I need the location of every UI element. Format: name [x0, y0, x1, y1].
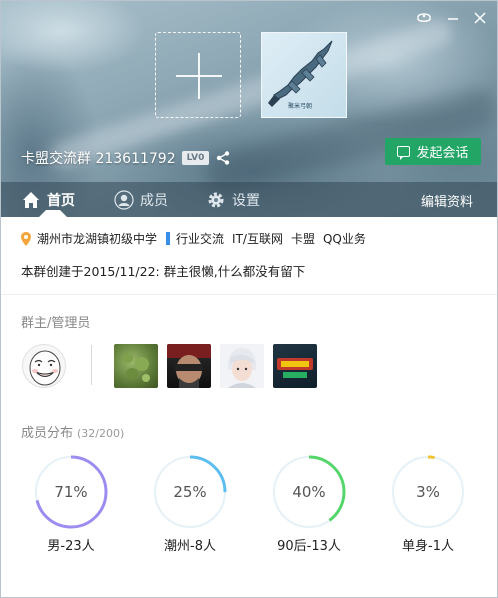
tab-settings[interactable]: 设置: [206, 182, 260, 217]
section-divider: [1, 294, 497, 295]
location-pin-icon: [21, 231, 31, 246]
add-photo-button[interactable]: [155, 32, 241, 118]
group-name: 卡盟交流群 213611792: [21, 151, 176, 167]
group-avatar[interactable]: 聚米弓朝: [261, 32, 347, 118]
tab-home[interactable]: 首页: [21, 182, 75, 217]
member-count: (32/200): [77, 427, 125, 440]
share-icon[interactable]: [215, 150, 231, 166]
distribution-section-title: 成员分布 (32/200): [21, 422, 124, 441]
keyword-tag[interactable]: IT/互联网: [232, 230, 283, 247]
distribution-label: 单身-1人: [402, 539, 454, 554]
keyword-tag[interactable]: 卡盟: [291, 230, 315, 247]
distribution-label: 潮州-8人: [164, 539, 216, 554]
distribution-percent: 25%: [173, 483, 207, 501]
edit-profile-link[interactable]: 编辑资料: [421, 191, 473, 210]
home-icon: [23, 191, 39, 208]
level-badge: LV0: [181, 151, 210, 165]
keyword-tag[interactable]: QQ业务: [323, 230, 366, 247]
tab-members-label: 成员: [140, 192, 168, 209]
category-marker: [166, 232, 171, 245]
distribution-ring: 71%: [33, 454, 109, 530]
distribution-label: 男-23人: [47, 539, 95, 554]
distribution-percent: 71%: [54, 483, 88, 501]
location-tag[interactable]: 潮州市龙湖镇初级中学: [37, 230, 157, 247]
distribution-title: 成员分布: [21, 426, 74, 441]
admins-divider: [91, 345, 92, 385]
admin-avatar[interactable]: [220, 344, 264, 388]
admins-section-title: 群主/管理员: [21, 316, 91, 331]
close-icon[interactable]: [471, 9, 489, 27]
admin-avatar[interactable]: [114, 344, 158, 388]
tab-members[interactable]: 成员: [114, 182, 168, 217]
distribution-ring: 40%: [271, 454, 347, 530]
group-description: 本群创建于2015/11/22: 群主很懒,什么都没有留下: [21, 264, 306, 279]
gear-icon: [208, 192, 224, 207]
chat-bubble-icon: [397, 146, 411, 160]
distribution-label: 90后-13人: [277, 539, 341, 554]
distribution-ring: 25%: [152, 454, 228, 530]
distribution-percent: 40%: [292, 483, 326, 501]
tab-bar: 首页 成员 设置 编辑资料: [1, 182, 497, 217]
admin-avatar[interactable]: [273, 344, 317, 388]
tab-home-label: 首页: [47, 192, 75, 209]
skin-icon[interactable]: [415, 9, 433, 27]
start-chat-label: 发起会话: [416, 146, 469, 161]
person-icon: [114, 189, 134, 210]
owner-avatar[interactable]: [22, 344, 66, 388]
header-banner: 聚米弓朝 发起会话 卡盟交流群 213611792 LV0 首页 成员 设置 编…: [1, 1, 497, 217]
distribution-percent: 3%: [416, 483, 440, 501]
tab-settings-label: 设置: [232, 192, 260, 209]
start-chat-button[interactable]: 发起会话: [385, 138, 481, 165]
admin-avatar[interactable]: [167, 344, 211, 388]
group-title-row: 卡盟交流群 213611792 LV0: [21, 148, 231, 168]
group-avatar-caption: 聚米弓朝: [288, 103, 313, 110]
group-tags-row: 潮州市龙湖镇初级中学 行业交流 IT/互联网 卡盟 QQ业务: [21, 230, 477, 247]
minimize-icon[interactable]: [444, 9, 462, 27]
distribution-ring: 3%: [390, 454, 466, 530]
group-profile-window: 聚米弓朝 发起会话 卡盟交流群 213611792 LV0 首页 成员 设置 编…: [0, 0, 498, 598]
category-tag[interactable]: 行业交流: [176, 230, 224, 247]
